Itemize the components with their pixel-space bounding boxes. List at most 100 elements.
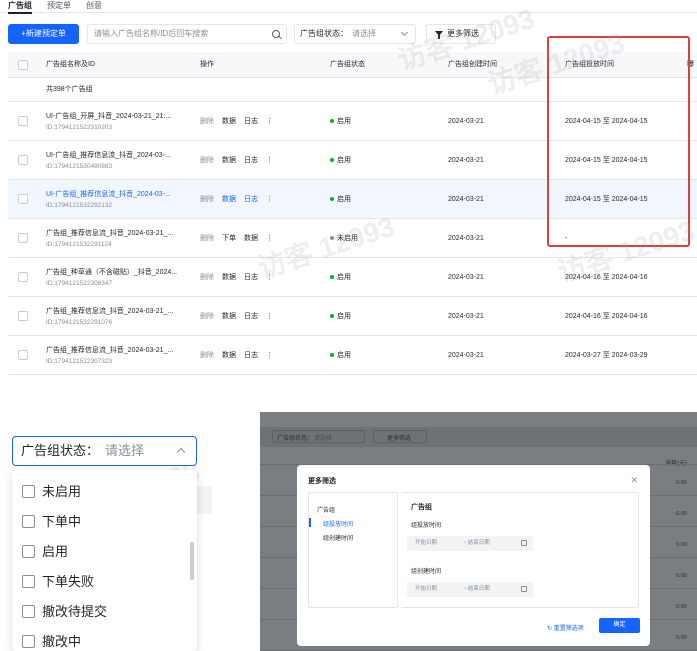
row-checkbox[interactable] [18, 350, 28, 360]
created-date-range[interactable]: 开始日期 ~ 结束日期 [407, 582, 533, 597]
ad-group-name[interactable]: 广告组_推荐信息流_抖音_2024-03-21_... [46, 346, 186, 355]
table-row[interactable]: 广告组_种草通（不含磁贴）_抖音_2024... ID:179412152230… [8, 258, 697, 297]
row-action[interactable]: ⋮ [266, 274, 273, 281]
side-item-schedule-time[interactable]: 组投放时间 [323, 519, 353, 528]
filter-icon [435, 31, 443, 39]
created-date: 2024-03-21 [448, 352, 484, 359]
end-date-placeholder: ~ 结束日期 [463, 540, 490, 546]
row-checkbox[interactable] [18, 233, 28, 243]
row-action[interactable]: 数据 [244, 235, 258, 242]
row-action[interactable]: ⋮ [266, 352, 273, 359]
option-checkbox[interactable] [22, 605, 35, 619]
status-select-label: 广告组状态： [21, 443, 100, 458]
row-action[interactable]: ⋮ [266, 157, 273, 164]
status-option[interactable]: 下单失败 [22, 571, 94, 590]
reset-filters-button[interactable]: ↻ 重置筛选项 [547, 623, 584, 632]
row-action[interactable]: 删除 [200, 313, 214, 320]
status-option[interactable]: 撤改中 [22, 631, 81, 650]
side-item-created-time[interactable]: 组创建时间 [323, 533, 353, 542]
created-date: 2024-03-21 [448, 313, 484, 320]
created-date: 2024-03-21 [448, 196, 484, 203]
row-action[interactable]: 日志 [244, 274, 258, 281]
status-options-list: 未启用下单中启用下单失败撤改待提交撤改中 [12, 470, 197, 651]
status-badge: 未启用 [330, 219, 358, 258]
row-action[interactable]: ⋮ [266, 313, 273, 320]
row-action[interactable]: 数据 [222, 274, 236, 281]
table-row[interactable]: 广告组_推荐信息流_抖音_2024-03-21_... ID:179412153… [8, 297, 697, 336]
row-action[interactable]: 日志 [244, 118, 258, 125]
ad-group-name[interactable]: UI-广告组_推荐信息流_抖音_2024-03-... [46, 190, 186, 199]
row-action[interactable]: 日志 [244, 313, 258, 320]
select-all-checkbox[interactable] [18, 60, 28, 70]
row-action[interactable]: 日志 [244, 157, 258, 164]
bg-row-value: 0.00 [676, 604, 687, 610]
status-dot [330, 119, 334, 124]
option-checkbox[interactable] [22, 515, 35, 529]
created-date: 2024-03-21 [448, 118, 484, 125]
search-icon[interactable] [272, 30, 280, 38]
row-action[interactable]: 数据 [222, 352, 236, 359]
row-action[interactable]: 删除 [200, 274, 214, 281]
scrollbar[interactable] [190, 542, 194, 580]
row-actions: 删除 数据 日志 ⋮ [200, 258, 281, 297]
search-input[interactable]: 请输入广告组名称/ID后回车搜索 [87, 24, 287, 44]
row-action[interactable]: ⋮ [266, 235, 273, 242]
status-badge: 启用 [330, 141, 351, 180]
schedule-time-label: 组投放时间 [411, 523, 442, 529]
row-action[interactable]: 删除 [200, 118, 214, 125]
row-action[interactable]: 数据 [222, 196, 236, 203]
row-action[interactable]: 数据 [222, 157, 236, 164]
bg-status-select [272, 430, 365, 443]
close-icon[interactable]: ✕ [630, 476, 638, 485]
status-select[interactable]: 广告组状态： 请选择 [294, 24, 416, 44]
ad-group-id: ID:1794121532292132 [46, 202, 113, 209]
tab-creative[interactable]: 创意 [86, 1, 102, 11]
option-label: 下单失败 [42, 574, 95, 589]
option-checkbox[interactable] [22, 575, 35, 589]
row-action[interactable]: 删除 [200, 157, 214, 164]
status-badge: 启用 [330, 180, 351, 219]
ad-group-id: ID:1794121522308347 [46, 280, 113, 287]
table-row[interactable]: 广告组_推荐信息流_抖音_2024-03-21_... ID:179412152… [8, 336, 697, 375]
row-checkbox[interactable] [18, 272, 28, 282]
row-action[interactable]: 删除 [200, 235, 214, 242]
row-actions: 删除 数据 日志 ⋮ [200, 180, 281, 219]
row-action[interactable]: 下单 [222, 235, 236, 242]
tab-ad-group[interactable]: 广告组 [8, 1, 32, 14]
status-option[interactable]: 启用 [22, 541, 68, 560]
status-option[interactable]: 撤改待提交 [22, 601, 107, 620]
row-checkbox[interactable] [18, 194, 28, 204]
ad-group-name[interactable]: 广告组_推荐信息流_抖音_2024-03-21_... [46, 229, 186, 238]
more-filter-label: 更多筛选 [447, 29, 479, 38]
row-action[interactable]: 删除 [200, 196, 214, 203]
status-select-zoomed[interactable]: 广告组状态： 请选择 [12, 436, 197, 466]
row-action[interactable]: 日志 [244, 352, 258, 359]
status-option[interactable]: 未启用 [22, 481, 81, 500]
row-action[interactable]: ⋮ [266, 118, 273, 125]
row-action[interactable]: 数据 [222, 313, 236, 320]
bg-row-value: 0.00 [676, 635, 687, 641]
chevron-down-icon [400, 28, 409, 37]
status-option[interactable]: 下单中 [22, 511, 81, 530]
row-action[interactable]: 删除 [200, 352, 214, 359]
confirm-button[interactable]: 确定 [599, 618, 640, 633]
schedule-date-range[interactable]: 开始日期 ~ 结束日期 [407, 536, 533, 551]
new-booking-button[interactable]: +新建预定单 [8, 24, 79, 44]
row-checkbox[interactable] [18, 155, 28, 165]
tab-booking[interactable]: 预定单 [47, 1, 71, 11]
search-placeholder: 请输入广告组名称/ID后回车搜索 [94, 29, 209, 38]
ad-group-name[interactable]: UI-广告组_开屏_抖音_2024-03-21_21:... [46, 112, 186, 121]
row-checkbox[interactable] [18, 116, 28, 126]
option-checkbox[interactable] [22, 545, 35, 559]
ad-group-name[interactable]: UI-广告组_推荐信息流_抖音_2024-03-... [46, 151, 186, 160]
row-action[interactable]: ⋮ [266, 196, 273, 203]
row-action[interactable]: 数据 [222, 118, 236, 125]
more-filter-button[interactable]: 更多筛选 [426, 24, 496, 44]
ad-group-name[interactable]: 广告组_推荐信息流_抖音_2024-03-21_... [46, 307, 186, 316]
ad-group-name[interactable]: 广告组_种草通（不含磁贴）_抖音_2024... [46, 268, 186, 277]
option-checkbox[interactable] [22, 485, 35, 499]
row-checkbox[interactable] [18, 311, 28, 321]
created-date: 2024-03-21 [448, 157, 484, 164]
option-checkbox[interactable] [22, 635, 35, 649]
row-action[interactable]: 日志 [244, 196, 258, 203]
